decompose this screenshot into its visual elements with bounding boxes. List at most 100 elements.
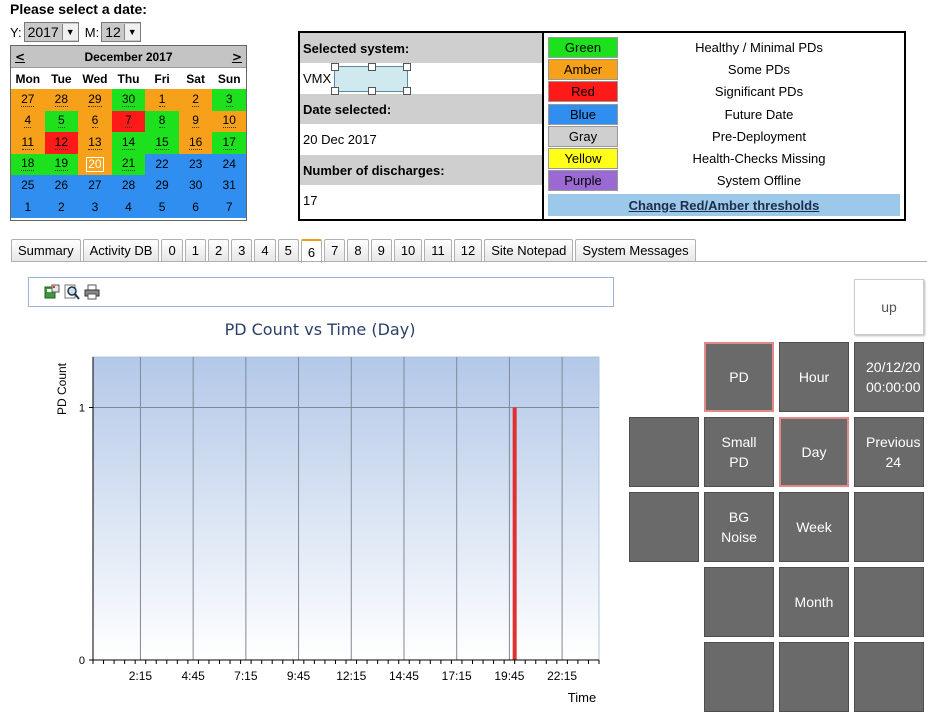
pd-count-chart: 2:15 4:45 7:15 9:45 12:15 14:45 17:15 19:45 22:1…: [55, 356, 600, 705]
blank-button[interactable]: [629, 417, 699, 487]
bg-noise-button[interactable]: BG Noise: [704, 492, 774, 562]
calendar-day[interactable]: 29: [78, 89, 112, 111]
calendar-day[interactable]: 17: [212, 132, 246, 154]
calendar-day[interactable]: 18: [11, 153, 45, 175]
calendar-day[interactable]: 7: [212, 196, 246, 218]
calendar-day[interactable]: 29: [145, 175, 179, 197]
calendar-day[interactable]: 2: [44, 196, 79, 218]
blank-button[interactable]: [854, 567, 924, 637]
legend-description: Significant PDs: [714, 84, 804, 100]
calendar-day[interactable]: 12: [44, 132, 79, 154]
calendar-day[interactable]: 7: [111, 110, 146, 132]
calendar-day[interactable]: 1: [145, 89, 179, 111]
calendar-day[interactable]: 15: [145, 132, 179, 154]
calendar-day[interactable]: 28: [44, 89, 79, 111]
calendar-day[interactable]: 5: [145, 196, 179, 218]
calendar-prev-button[interactable]: <: [15, 50, 25, 64]
week-button[interactable]: Week: [779, 492, 849, 562]
month-select[interactable]: 12 ▼: [101, 22, 141, 42]
tab-site-notepad[interactable]: Site Notepad: [484, 239, 574, 261]
calendar-day[interactable]: 27: [11, 89, 45, 111]
tab-0[interactable]: 0: [161, 239, 183, 261]
calendar-day[interactable]: 3: [212, 89, 246, 111]
calendar-day[interactable]: 23: [178, 153, 213, 175]
calendar-day[interactable]: 6: [78, 110, 112, 132]
tab-8[interactable]: 8: [347, 239, 369, 261]
previous-line1: Previous: [866, 434, 921, 450]
calendar-day[interactable]: 11: [11, 132, 45, 154]
calendar-day[interactable]: 20: [78, 153, 112, 175]
chevron-down-icon[interactable]: ▼: [61, 24, 78, 40]
datetime-line1: 20/12/20: [866, 359, 921, 375]
chevron-down-icon[interactable]: ▼: [123, 24, 140, 40]
pd-button[interactable]: PD: [704, 342, 774, 412]
tab-7[interactable]: 7: [324, 239, 346, 261]
change-thresholds-button[interactable]: Change Red/Amber thresholds: [548, 194, 900, 217]
legend-color-chip: Yellow: [548, 148, 618, 170]
calendar-day[interactable]: 30: [111, 89, 146, 111]
day-button[interactable]: Day: [779, 417, 849, 487]
blank-button[interactable]: [704, 567, 774, 637]
tab-9[interactable]: 9: [370, 239, 392, 261]
calendar-day[interactable]: 3: [78, 196, 112, 218]
system-input[interactable]: [331, 62, 412, 95]
calendar-day[interactable]: 1: [11, 196, 45, 218]
previous-24-button[interactable]: Previous 24: [854, 417, 924, 487]
calendar-day[interactable]: 22: [145, 153, 179, 175]
datetime-button[interactable]: 20/12/20 00:00:00: [854, 342, 924, 412]
calendar-day[interactable]: 19: [44, 153, 79, 175]
tab-4[interactable]: 4: [254, 239, 276, 261]
tab-summary[interactable]: Summary: [11, 239, 81, 261]
calendar-day[interactable]: 4: [111, 196, 146, 218]
calendar-day[interactable]: 30: [178, 175, 213, 197]
calendar-day[interactable]: 31: [212, 175, 246, 197]
hour-button[interactable]: Hour: [779, 342, 849, 412]
calendar-day[interactable]: 28: [111, 175, 146, 197]
blank-button[interactable]: [779, 642, 849, 712]
blank-button[interactable]: [704, 642, 774, 712]
calendar-day[interactable]: 21: [111, 153, 146, 175]
tab-2[interactable]: 2: [207, 239, 230, 261]
calendar-day[interactable]: 25: [11, 175, 45, 197]
year-select[interactable]: 2017 ▼: [23, 22, 79, 42]
x-tick-label: 2:15: [129, 669, 153, 683]
export-icon[interactable]: [44, 284, 60, 300]
tab-1[interactable]: 1: [184, 239, 206, 261]
zoom-icon[interactable]: [64, 284, 80, 300]
blank-button[interactable]: [629, 492, 699, 562]
tab-divider: [11, 261, 927, 262]
calendar-day[interactable]: 14: [111, 132, 146, 154]
bar: [512, 407, 517, 660]
tab-12[interactable]: 12: [453, 239, 483, 261]
calendar-day[interactable]: 16: [178, 132, 213, 154]
blank-button[interactable]: [854, 492, 924, 562]
tab-11[interactable]: 11: [424, 239, 452, 261]
print-icon[interactable]: [84, 284, 100, 300]
tab-6[interactable]: 6: [300, 239, 323, 263]
month-value: 12: [105, 24, 121, 40]
small-pd-button[interactable]: Small PD: [704, 417, 774, 487]
small-pd-line1: Small: [721, 434, 757, 450]
bg-noise-line1: BG: [728, 509, 750, 525]
calendar-day[interactable]: 8: [145, 110, 179, 132]
up-button[interactable]: up: [854, 279, 924, 335]
tab-activity-db[interactable]: Activity DB: [82, 239, 160, 261]
calendar-day[interactable]: 4: [11, 110, 45, 132]
calendar-day[interactable]: 2: [178, 89, 213, 111]
calendar-day[interactable]: 9: [178, 110, 213, 132]
calendar-day[interactable]: 10: [212, 110, 246, 132]
tab-5[interactable]: 5: [277, 239, 299, 261]
tab-3[interactable]: 3: [231, 239, 253, 261]
calendar-day[interactable]: 6: [178, 196, 213, 218]
tab-10[interactable]: 10: [393, 239, 423, 261]
blank-button[interactable]: [854, 642, 924, 712]
tab-system-messages[interactable]: System Messages: [575, 239, 696, 261]
calendar-day[interactable]: 13: [78, 132, 112, 154]
month-button[interactable]: Month: [779, 567, 849, 637]
calendar-day[interactable]: 26: [44, 175, 79, 197]
legend-row: Amber Some PDs: [548, 58, 900, 80]
calendar-day[interactable]: 24: [212, 153, 246, 175]
calendar-next-button[interactable]: >: [232, 50, 242, 64]
calendar-day[interactable]: 27: [78, 175, 112, 197]
calendar-day[interactable]: 5: [44, 110, 79, 132]
